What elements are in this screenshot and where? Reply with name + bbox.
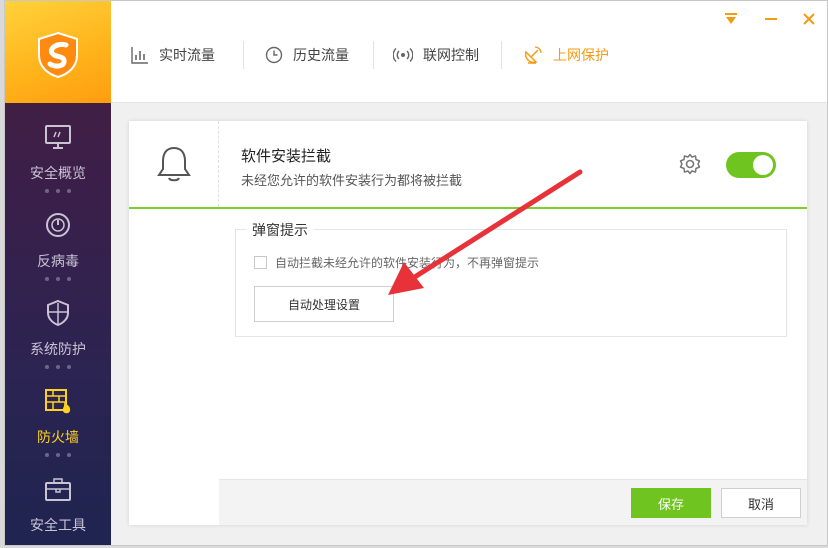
sidebar-item-label: 系统防护: [30, 342, 86, 358]
sidebar-item-firewall[interactable]: 防火墙: [5, 371, 111, 459]
group-legend: 弹窗提示: [246, 220, 314, 240]
firewall-icon: [45, 389, 71, 414]
tab-label: 实时流量: [159, 48, 215, 64]
feature-icon-box: [129, 121, 219, 207]
tab-internet-protection[interactable]: 上网保护: [523, 43, 609, 67]
feature-toggle-switch[interactable]: [726, 152, 776, 178]
tab-divider: [243, 41, 244, 69]
sidebar-item-system-protection[interactable]: 系统防护: [5, 283, 111, 371]
minimize-button[interactable]: [761, 9, 781, 29]
auto-block-option: 自动拦截未经允许的软件安装行为，不再弹窗提示: [254, 254, 539, 271]
speedometer-icon: [46, 213, 70, 237]
gear-icon[interactable]: [679, 153, 701, 175]
radio-icon: [393, 47, 413, 63]
tab-divider: [501, 41, 502, 69]
sidebar-item-label: 反病毒: [37, 254, 79, 270]
tab-label: 上网保护: [553, 48, 609, 64]
tab-history-traffic[interactable]: 历史流量: [265, 43, 349, 67]
toolbox-icon: [45, 478, 71, 501]
feature-title: 软件安装拦截: [241, 147, 332, 165]
sidebar: 安全概览 反病毒 系统防护 防火墙 安全工具: [5, 1, 111, 545]
dropdown-menu-icon: [725, 13, 737, 24]
menu-dropdown-button[interactable]: [721, 9, 741, 29]
tab-network-control[interactable]: 联网控制: [393, 43, 479, 67]
tab-label: 历史流量: [293, 48, 349, 64]
feature-description: 未经您允许的软件安装行为都将被拦截: [241, 174, 463, 189]
bar-chart-icon: [131, 47, 148, 64]
bell-icon: [157, 146, 191, 182]
sidebar-item-label: 安全概览: [30, 166, 86, 182]
checkbox-label: 自动拦截未经允许的软件安装行为，不再弹窗提示: [275, 256, 540, 270]
sidebar-item-antivirus[interactable]: 反病毒: [5, 195, 111, 283]
tab-label: 联网控制: [423, 48, 479, 64]
minimize-icon: [765, 18, 777, 20]
auto-block-checkbox[interactable]: [254, 256, 267, 269]
toggle-knob: [753, 155, 773, 175]
settings-panel: 软件安装拦截 未经您允许的软件安装行为都将被拦截 弹窗提示 自动拦截未经允许的软…: [129, 121, 807, 525]
dialog-footer: 保存 取消: [219, 479, 807, 525]
cancel-button[interactable]: 取消: [721, 488, 801, 518]
clock-icon: [265, 46, 283, 64]
monitor-icon: [45, 125, 71, 149]
app-logo: [5, 1, 111, 103]
auto-handle-settings-button[interactable]: 自动处理设置: [254, 286, 394, 322]
shield-icon: [47, 299, 69, 327]
close-button[interactable]: [799, 9, 819, 29]
sidebar-item-security-tools[interactable]: 安全工具: [5, 459, 111, 545]
satellite-icon: [524, 46, 542, 64]
sidebar-item-label: 防火墙: [37, 430, 79, 446]
logo-shield-icon: [38, 31, 78, 79]
tab-realtime-traffic[interactable]: 实时流量: [131, 43, 215, 67]
tab-divider: [373, 41, 374, 69]
save-button[interactable]: 保存: [631, 488, 711, 518]
popup-settings-group: 弹窗提示 自动拦截未经允许的软件安装行为，不再弹窗提示 自动处理设置: [235, 220, 787, 337]
app-window: 安全概览 反病毒 系统防护 防火墙 安全工具 实时流量 历史流量 联网控制 上网…: [4, 0, 828, 546]
sidebar-item-label: 安全工具: [30, 518, 86, 534]
sidebar-item-overview[interactable]: 安全概览: [5, 107, 111, 195]
top-tab-bar: 实时流量 历史流量 联网控制 上网保护: [111, 1, 827, 103]
close-icon: [803, 13, 815, 25]
feature-card-header: 软件安装拦截 未经您允许的软件安装行为都将被拦截: [129, 121, 807, 209]
